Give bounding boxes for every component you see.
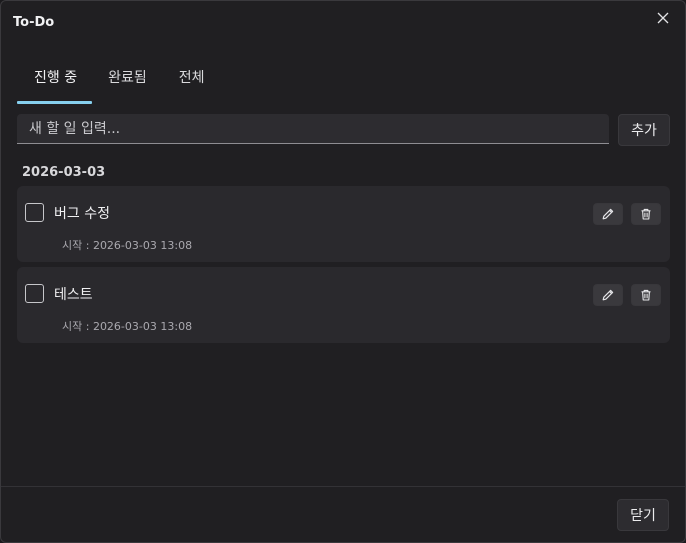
task-card: 테스트 시작 : 2026-03-03 13:08 [17, 267, 670, 343]
delete-button[interactable] [631, 203, 661, 225]
dialog-title: To-Do [13, 15, 55, 30]
trash-icon [641, 208, 651, 220]
new-task-row: 추가 [17, 114, 670, 146]
todo-dialog: To-Do 진행 중 완료됨 전체 추가 2026-03-03 버그 수정 시작… [0, 0, 686, 543]
tab-in-progress[interactable]: 진행 중 [17, 57, 93, 104]
edit-button[interactable] [593, 203, 623, 225]
pencil-icon [602, 289, 614, 301]
task-checkbox[interactable] [25, 284, 44, 303]
edit-button[interactable] [593, 284, 623, 306]
tab-all[interactable]: 전체 [163, 57, 221, 103]
tab-completed[interactable]: 완료됨 [92, 57, 163, 103]
close-dialog-button[interactable]: 닫기 [617, 499, 669, 531]
task-checkbox[interactable] [25, 203, 44, 222]
dialog-footer: 닫기 [1, 486, 685, 542]
tab-bar: 진행 중 완료됨 전체 [17, 57, 221, 104]
delete-button[interactable] [631, 284, 661, 306]
task-title: 테스트 [54, 287, 93, 303]
close-icon [657, 12, 669, 24]
pencil-icon [602, 208, 614, 220]
new-task-input[interactable] [17, 114, 609, 144]
add-button[interactable]: 추가 [618, 114, 670, 146]
date-group-heading: 2026-03-03 [22, 165, 106, 180]
task-title: 버그 수정 [54, 206, 110, 222]
trash-icon [641, 289, 651, 301]
dialog-header: To-Do [1, 1, 685, 45]
task-card: 버그 수정 시작 : 2026-03-03 13:08 [17, 186, 670, 262]
task-start-time: 시작 : 2026-03-03 13:08 [62, 239, 193, 252]
task-start-time: 시작 : 2026-03-03 13:08 [62, 320, 193, 333]
close-button[interactable] [655, 10, 671, 26]
